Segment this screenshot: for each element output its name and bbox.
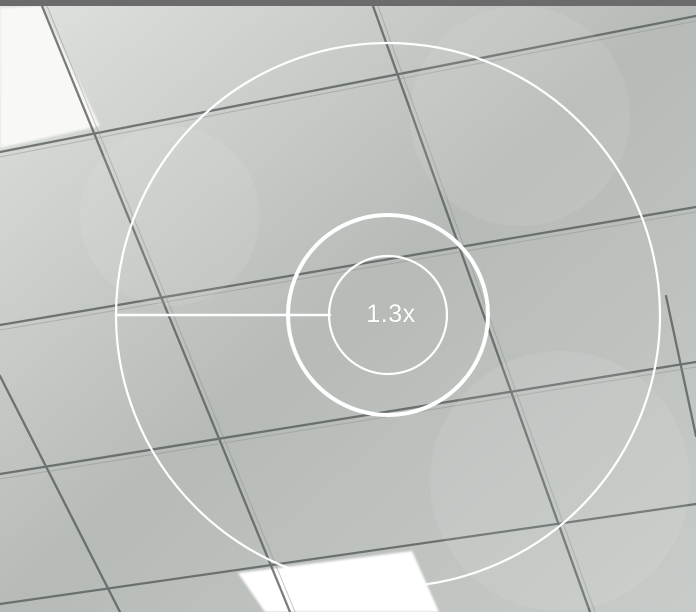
camera-zoom-screen: 1.3x	[0, 0, 696, 612]
zoom-control-overlay[interactable]	[0, 0, 696, 612]
zoom-inner-ring[interactable]	[327, 254, 449, 376]
